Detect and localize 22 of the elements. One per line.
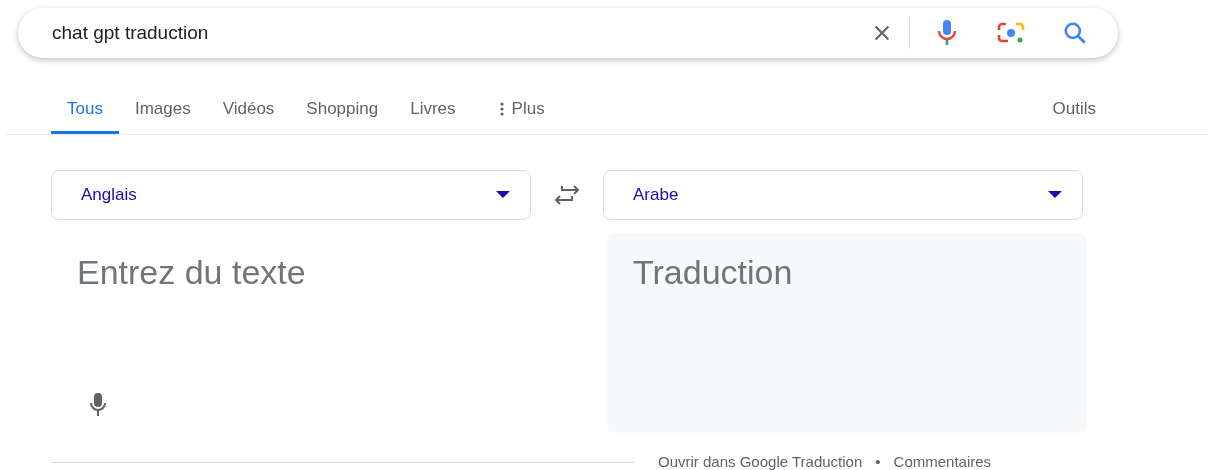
tab[interactable]: Vidéos <box>206 86 291 134</box>
caret-icon <box>496 191 510 199</box>
search-icon[interactable] <box>1062 20 1088 46</box>
open-in-translate-link[interactable]: Ouvrir dans Google Traduction <box>658 451 863 470</box>
microphone-icon[interactable] <box>936 19 958 47</box>
tab[interactable]: Tous <box>51 86 119 134</box>
source-text-field[interactable]: Entrez du texte <box>77 247 531 392</box>
swap-icon[interactable] <box>552 185 582 205</box>
more-tab[interactable]: Plus <box>483 86 561 134</box>
feedback-link[interactable]: Commentaires <box>893 451 992 470</box>
search-field[interactable]: chat gpt traduction <box>52 18 871 48</box>
language-select[interactable]: Anglais <box>51 170 531 220</box>
more-vertical-icon <box>499 101 504 116</box>
tools-button[interactable]: Outils <box>1052 86 1096 134</box>
microphone-icon[interactable] <box>89 392 107 418</box>
language-select[interactable]: Arabe <box>603 170 1083 220</box>
translation-field[interactable]: Traduction <box>607 233 1087 433</box>
tab[interactable]: Livres <box>394 86 472 134</box>
caret-icon <box>1048 191 1062 199</box>
tab[interactable]: Images <box>118 86 207 134</box>
separator-dot: • <box>875 452 881 470</box>
tab[interactable]: Shopping <box>290 86 395 134</box>
